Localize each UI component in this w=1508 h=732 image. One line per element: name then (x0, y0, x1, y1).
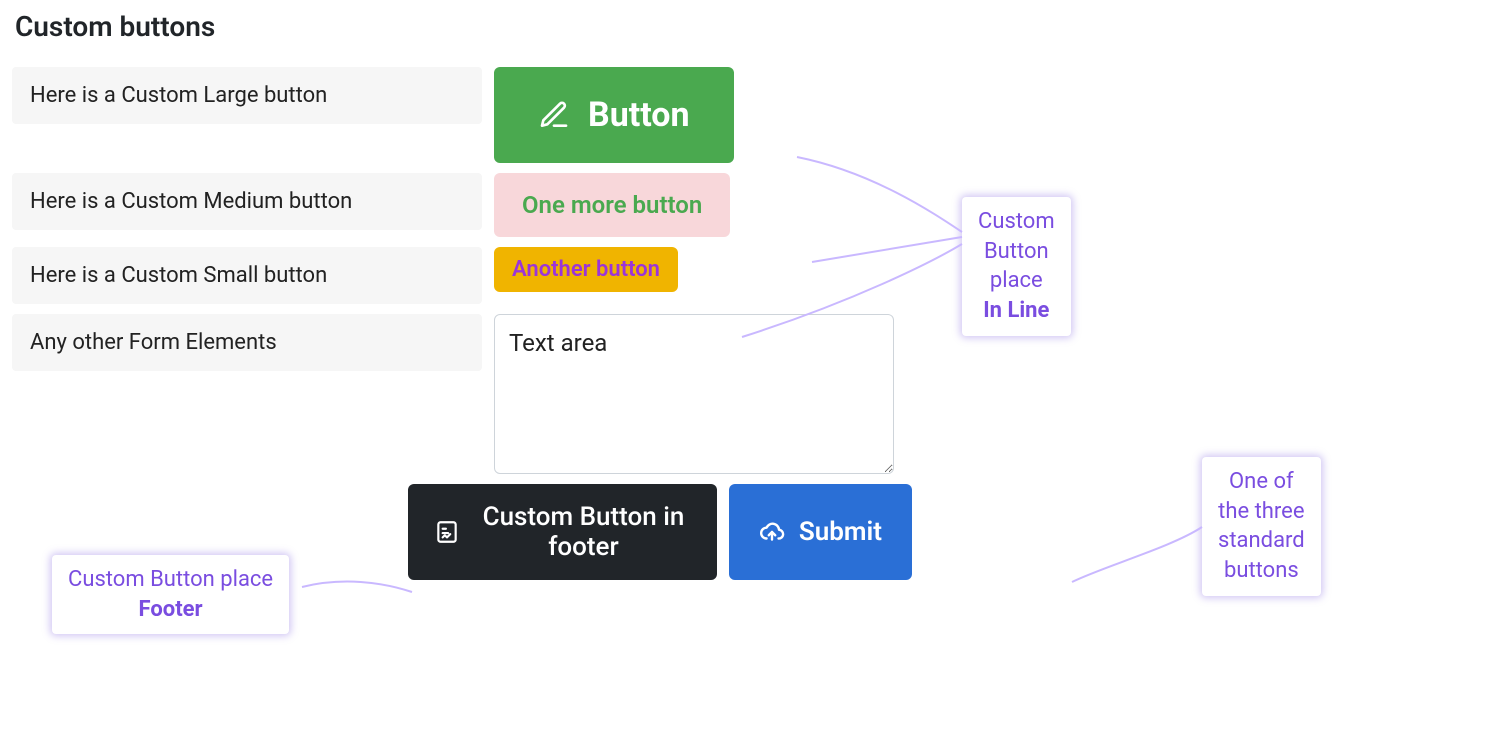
connector-standard (1072, 527, 1212, 587)
custom-footer-button-label: Custom Button in footer (476, 502, 691, 562)
label-medium: Here is a Custom Medium button (12, 173, 482, 230)
custom-medium-button-label: One more button (522, 191, 702, 219)
textarea-input[interactable] (494, 314, 894, 474)
custom-large-button-label: Button (588, 95, 690, 135)
label-large: Here is a Custom Large button (12, 67, 482, 124)
custom-large-button[interactable]: Button (494, 67, 734, 163)
callout-inline-line2: In Line (978, 296, 1055, 326)
chart-document-icon (434, 519, 460, 545)
custom-small-button-label: Another button (512, 257, 660, 282)
callout-footer-line2: Footer (68, 595, 273, 625)
edit-icon (538, 99, 570, 131)
connector-footer (302, 577, 422, 607)
row-small: Here is a Custom Small button Another bu… (12, 247, 912, 304)
submit-button-label: Submit (799, 517, 882, 547)
row-large: Here is a Custom Large button Button (12, 67, 912, 163)
callout-footer: Custom Button place Footer (52, 555, 289, 634)
cloud-upload-icon (759, 519, 785, 545)
callout-standard-line1: One of the three (1218, 467, 1305, 526)
callout-standard: One of the three standard buttons (1202, 457, 1321, 596)
row-other: Any other Form Elements (12, 314, 912, 474)
custom-footer-button[interactable]: Custom Button in footer (408, 484, 717, 580)
callout-inline-line1: Custom Button place (978, 207, 1055, 296)
label-other: Any other Form Elements (12, 314, 482, 371)
custom-medium-button[interactable]: One more button (494, 173, 730, 237)
callout-standard-line2: standard buttons (1218, 526, 1305, 585)
row-medium: Here is a Custom Medium button One more … (12, 173, 912, 237)
label-small: Here is a Custom Small button (12, 247, 482, 304)
footer-row: Custom Button in footer Submit (408, 484, 912, 580)
page-title: Custom buttons (15, 10, 1496, 43)
callout-inline: Custom Button place In Line (962, 197, 1071, 336)
callout-footer-line1: Custom Button place (68, 565, 273, 595)
submit-button[interactable]: Submit (729, 484, 912, 580)
form-area: Here is a Custom Large button Button Her… (12, 67, 912, 580)
custom-small-button[interactable]: Another button (494, 247, 678, 292)
